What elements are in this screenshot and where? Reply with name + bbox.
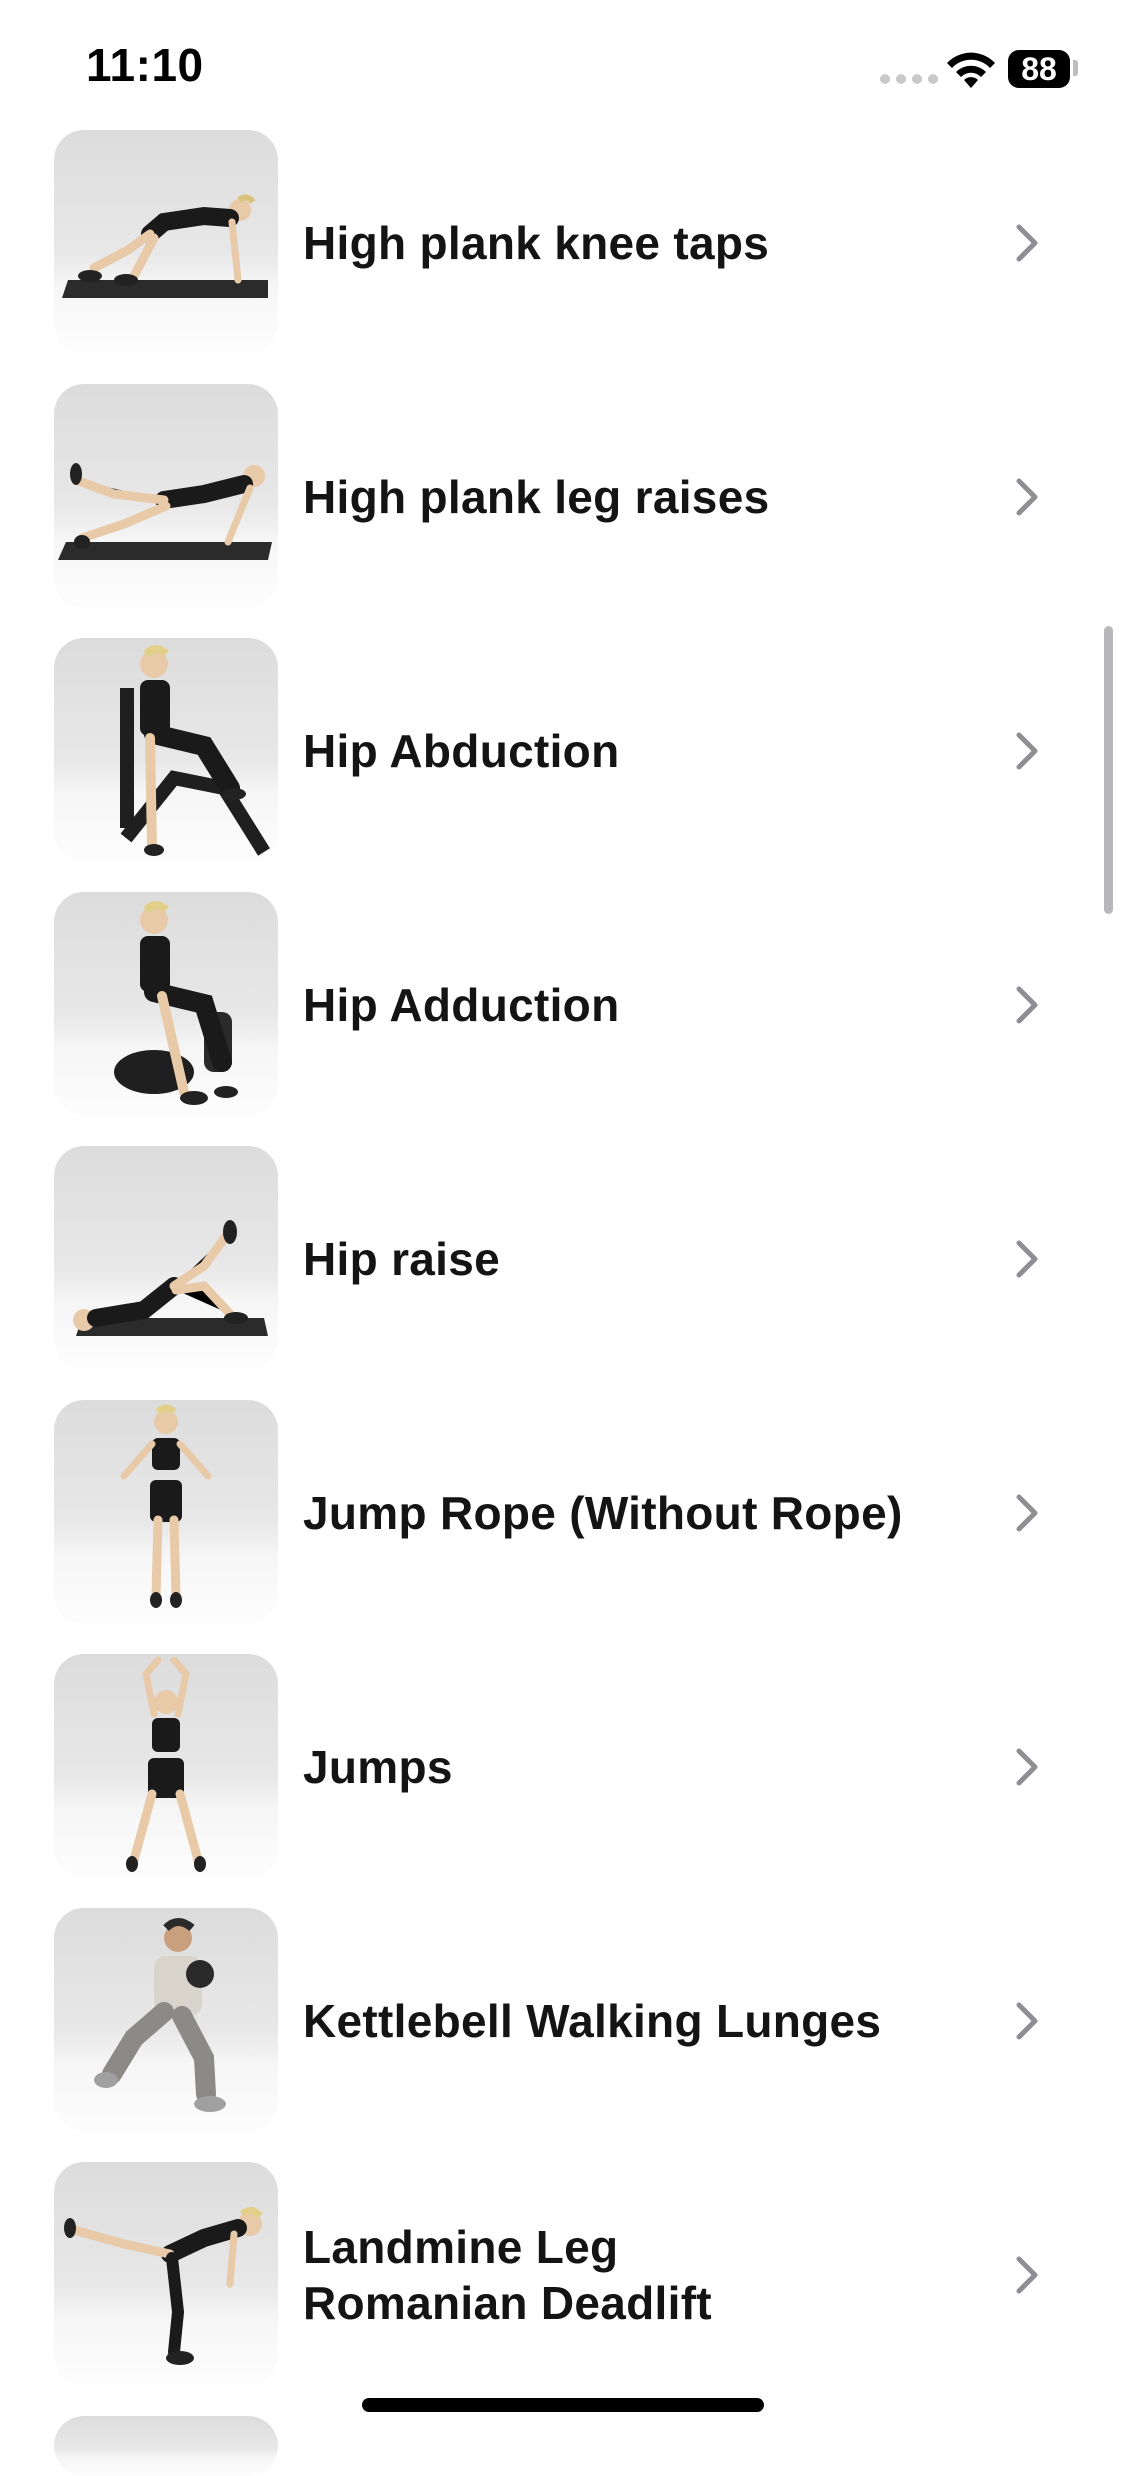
exercise-name: Hip Adduction <box>303 979 620 1031</box>
status-time: 11:10 <box>86 39 204 91</box>
list-item-partial[interactable] <box>0 2416 1125 2476</box>
chevron-right-icon <box>1016 2256 1038 2294</box>
exercise-thumbnail <box>54 130 278 354</box>
chevron-right-icon <box>1016 732 1038 770</box>
list-item[interactable]: Hip Abduction <box>0 638 1125 864</box>
scroll-indicator[interactable] <box>1104 626 1113 914</box>
list-item[interactable]: High plank leg raises <box>0 384 1125 610</box>
exercise-name: Jumps <box>303 1741 453 1793</box>
jump-rope-figure <box>120 1404 212 1608</box>
exercise-name: Hip raise <box>303 1233 501 1285</box>
landmine-rdl-figure <box>64 2207 263 2365</box>
list-item[interactable]: Jump Rope (Without Rope) <box>0 1400 1125 1626</box>
battery-cap <box>1073 60 1078 76</box>
exercise-thumbnail <box>54 384 278 608</box>
exercise-name: High plank leg raises <box>303 471 770 523</box>
chevron-right-icon <box>1016 986 1038 1024</box>
home-indicator[interactable] <box>362 2398 764 2412</box>
exercise-thumbnail <box>54 1400 278 1624</box>
chevron-right-icon <box>1016 1240 1038 1278</box>
list-item[interactable]: Hip Adduction <box>0 892 1125 1118</box>
chevron-right-icon <box>1016 2002 1038 2040</box>
exercise-thumbnail <box>54 1654 278 1878</box>
hip-abduction-machine-figure <box>120 645 270 856</box>
hip-raise-figure <box>73 1220 268 1336</box>
list-item[interactable]: Landmine Leg Romanian Deadlift <box>0 2162 1125 2388</box>
exercise-thumbnail <box>54 2416 278 2476</box>
jumps-figure <box>126 1656 206 1872</box>
exercise-name: High plank knee taps <box>303 217 770 269</box>
signal-dots-icon <box>880 74 938 84</box>
plank-leg-raise-figure <box>58 463 272 560</box>
list-item[interactable]: Hip raise <box>0 1146 1125 1372</box>
list-item[interactable]: Jumps <box>0 1654 1125 1880</box>
exercise-thumbnail <box>54 1908 278 2132</box>
exercise-name: Landmine Leg Romanian Deadlift <box>303 2221 712 2329</box>
hip-adduction-machine-figure <box>114 901 238 1105</box>
exercise-thumbnail <box>54 2162 278 2386</box>
list-item[interactable]: Kettlebell Walking Lunges <box>0 1908 1125 2134</box>
exercise-thumbnail <box>54 892 278 1116</box>
wifi-icon <box>947 52 995 88</box>
plank-knee-tap-figure <box>62 194 268 298</box>
chevron-right-icon <box>1016 1494 1038 1532</box>
kettlebell-lunge-figure <box>94 1918 226 2112</box>
chevron-right-icon <box>1016 224 1038 262</box>
exercise-name: Kettlebell Walking Lunges <box>303 1995 882 2047</box>
list-item[interactable]: High plank knee taps <box>0 130 1125 356</box>
chevron-right-icon <box>1016 1748 1038 1786</box>
battery-icon: 88 <box>1008 50 1070 88</box>
exercise-thumbnail <box>54 1146 278 1370</box>
chevron-right-icon <box>1016 478 1038 516</box>
exercise-thumbnail <box>54 638 278 862</box>
exercise-name: Jump Rope (Without Rope) <box>303 1487 903 1539</box>
exercise-name: Hip Abduction <box>303 725 620 777</box>
status-bar: 11:10 88 <box>0 0 1125 130</box>
